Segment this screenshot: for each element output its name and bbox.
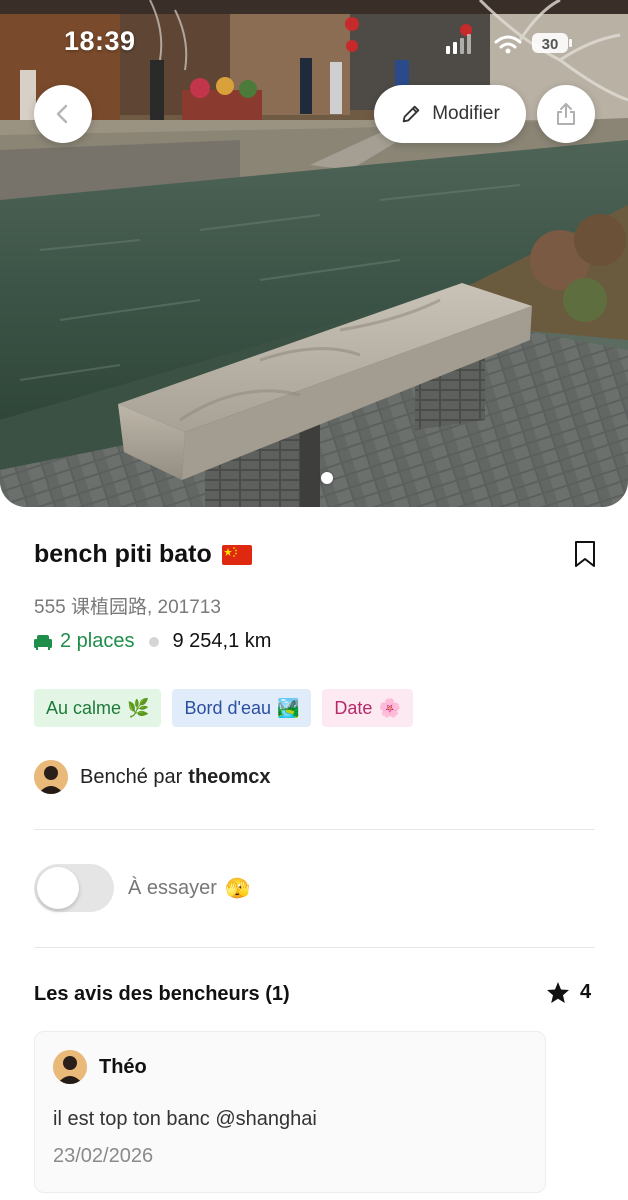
bench-title: bench piti bato [34,540,252,569]
chevron-left-icon [56,104,68,124]
star-icon [547,982,569,1003]
bench-meta: 2 places 9 254,1 km [34,630,271,653]
try-toggle-row: À essayer 🫣 [34,864,250,912]
bookmark-icon[interactable] [574,540,596,568]
review-text: il est top ton banc @shanghai [53,1108,317,1130]
tag-label: Bord d'eau [184,697,271,718]
divider [34,947,595,948]
average-rating: 4 [546,981,591,1004]
review-date: 23/02/2026 [53,1145,154,1167]
tag-calm[interactable]: Au calme 🌿 [34,689,162,727]
bench-photo[interactable]: 18:39 30 Modifier [0,0,628,507]
separator-dot [148,636,159,647]
pencil-icon [402,105,420,123]
carousel-dot[interactable] [321,472,333,484]
bench-photo-image [0,0,628,507]
try-toggle[interactable] [34,864,114,912]
tag-list: Au calme 🌿 Bord d'eau 🏞️ Date 🌸 [34,689,413,727]
review-author: Théo [53,1050,147,1084]
leaf-emoji-icon: 🌿 [127,697,150,718]
battery-level: 30 [542,36,559,53]
modify-button-label: Modifier [432,103,500,124]
rating-value: 4 [580,981,592,1003]
places-label: 2 places [60,630,135,652]
distance: 9 254,1 km [172,630,272,652]
tag-label: Au calme [46,697,122,718]
bench-name: bench piti bato [34,540,212,568]
peeking-face-emoji-icon: 🫣 [224,877,250,900]
avatar [53,1050,87,1084]
divider [34,829,595,830]
reviews-title: Les avis des bencheurs (1) [34,983,290,1005]
sofa-icon [34,634,52,650]
share-icon [557,103,575,125]
landscape-emoji-icon: 🏞️ [276,697,300,718]
try-toggle-label: À essayer 🫣 [128,876,250,901]
places-count: 2 places [34,630,135,653]
bench-detail-page: 18:39 30 Modifier bench piti bato 555 课植… [0,0,628,1200]
tag-label: Date [334,697,373,718]
modify-button[interactable]: Modifier [374,85,526,143]
toggle-knob [37,867,79,909]
status-bar-time: 18:39 [64,26,136,56]
avatar [34,760,68,794]
back-button[interactable] [34,85,92,143]
try-label-text: À essayer [128,876,217,899]
china-flag-icon [221,544,252,565]
review-author-name: Théo [99,1055,147,1078]
tag-date[interactable]: Date 🌸 [322,689,413,727]
share-button[interactable] [537,85,595,143]
bench-address: 555 课植园路, 201713 [34,597,221,618]
status-bar-icons: 30 [446,33,572,54]
benched-by-username[interactable]: theomcx [188,766,270,789]
blossom-emoji-icon: 🌸 [378,697,401,718]
review-card[interactable]: Théo il est top ton banc @shanghai 23/02… [34,1031,546,1193]
tag-waterside[interactable]: Bord d'eau 🏞️ [172,689,312,727]
benched-by-prefix: Benché par [80,765,183,788]
benched-by[interactable]: Benché par theomcx [34,760,271,794]
